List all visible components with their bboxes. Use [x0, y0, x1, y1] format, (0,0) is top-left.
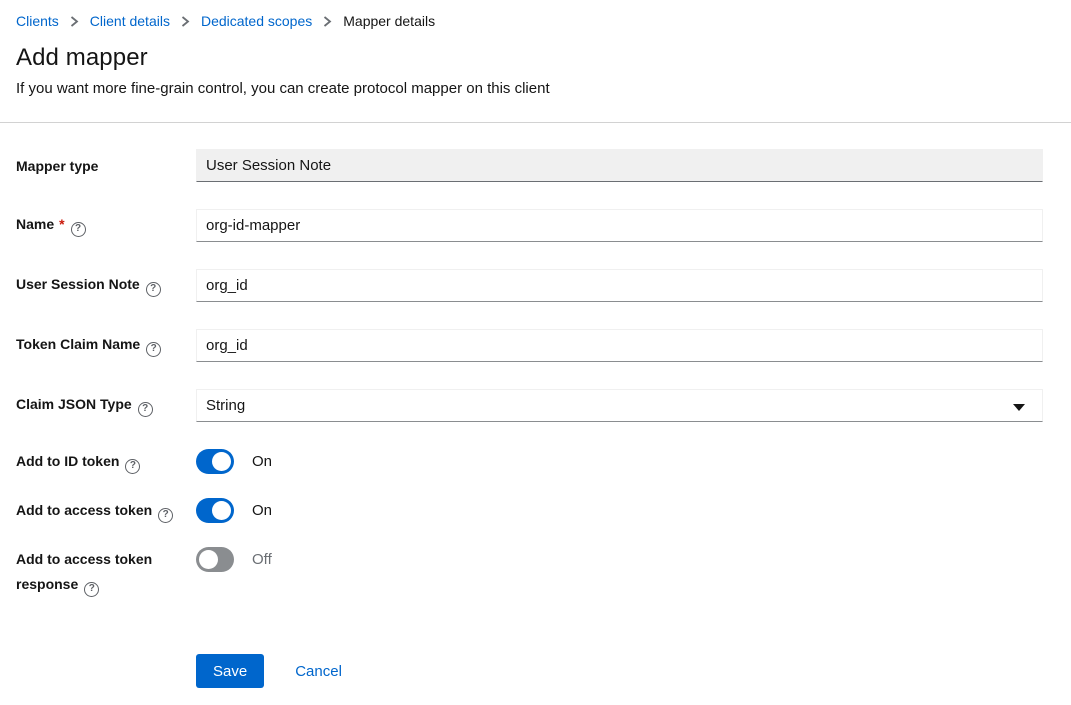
mapper-type-input [196, 149, 1043, 182]
add-to-access-token-state: On [252, 498, 272, 523]
form-actions: Save Cancel [196, 654, 1043, 688]
required-indicator: * [59, 216, 64, 232]
page-header: Add mapper If you want more fine-grain c… [0, 44, 1071, 97]
help-icon[interactable]: ? [138, 402, 153, 417]
breadcrumb: Clients Client details Dedicated scopes … [0, 0, 1071, 29]
form-row-user-session-note: User Session Note? [16, 269, 1043, 302]
add-to-access-token-label: Add to access token? [16, 498, 196, 523]
claim-json-type-label-text: Claim JSON Type [16, 396, 132, 412]
add-to-id-token-label: Add to ID token? [16, 449, 196, 474]
form-row-claim-json-type: Claim JSON Type? String [16, 389, 1043, 422]
help-icon[interactable]: ? [71, 222, 86, 237]
user-session-note-label: User Session Note? [16, 274, 196, 297]
mapper-type-label-text: Mapper type [16, 158, 98, 174]
form-row-add-to-access-token-response: Add to access token response? Off [16, 547, 1043, 597]
page-subtitle: If you want more fine-grain control, you… [16, 80, 1055, 97]
toggle-knob [212, 452, 231, 471]
user-session-note-input[interactable] [196, 269, 1043, 302]
form-row-token-claim-name: Token Claim Name? [16, 329, 1043, 362]
save-button[interactable]: Save [196, 654, 264, 688]
add-to-access-token-toggle[interactable] [196, 498, 234, 523]
name-label-text: Name [16, 216, 54, 232]
caret-down-icon [1013, 404, 1025, 411]
claim-json-type-label: Claim JSON Type? [16, 394, 196, 417]
breadcrumb-client-details[interactable]: Client details [90, 13, 170, 29]
form-row-mapper-type: Mapper type [16, 149, 1043, 182]
breadcrumb-dedicated-scopes[interactable]: Dedicated scopes [201, 13, 312, 29]
form-actions-row: Save Cancel [16, 654, 1043, 688]
add-to-access-token-response-state: Off [252, 547, 272, 572]
help-icon[interactable]: ? [146, 282, 161, 297]
add-to-id-token-state: On [252, 449, 272, 474]
add-to-id-token-label-text: Add to ID token [16, 453, 119, 469]
mapper-type-label: Mapper type [16, 156, 196, 176]
claim-json-type-select[interactable]: String [196, 389, 1043, 422]
add-to-access-token-label-text: Add to access token [16, 502, 152, 518]
form-row-name: Name *? [16, 209, 1043, 242]
token-claim-name-input[interactable] [196, 329, 1043, 362]
breadcrumb-clients[interactable]: Clients [16, 13, 59, 29]
add-mapper-form: Mapper type Name *? User Session Note? To… [0, 123, 1071, 688]
toggle-knob [212, 501, 231, 520]
name-input[interactable] [196, 209, 1043, 242]
add-to-access-token-response-toggle[interactable] [196, 547, 234, 572]
help-icon[interactable]: ? [146, 342, 161, 357]
claim-json-type-selected-value: String [206, 397, 245, 414]
form-row-add-to-access-token: Add to access token? On [16, 498, 1043, 523]
cancel-link[interactable]: Cancel [295, 663, 342, 680]
user-session-note-label-text: User Session Note [16, 276, 140, 292]
help-icon[interactable]: ? [158, 508, 173, 523]
chevron-right-icon [70, 16, 79, 27]
add-to-access-token-response-label: Add to access token response? [16, 547, 196, 597]
add-to-id-token-toggle[interactable] [196, 449, 234, 474]
chevron-right-icon [181, 16, 190, 27]
token-claim-name-label-text: Token Claim Name [16, 336, 140, 352]
form-row-add-to-id-token: Add to ID token? On [16, 449, 1043, 474]
help-icon[interactable]: ? [125, 459, 140, 474]
breadcrumb-mapper-details: Mapper details [343, 13, 435, 29]
toggle-knob [199, 550, 218, 569]
help-icon[interactable]: ? [84, 582, 99, 597]
chevron-right-icon [323, 16, 332, 27]
token-claim-name-label: Token Claim Name? [16, 334, 196, 357]
name-label: Name *? [16, 214, 196, 237]
page-title: Add mapper [16, 44, 1055, 72]
